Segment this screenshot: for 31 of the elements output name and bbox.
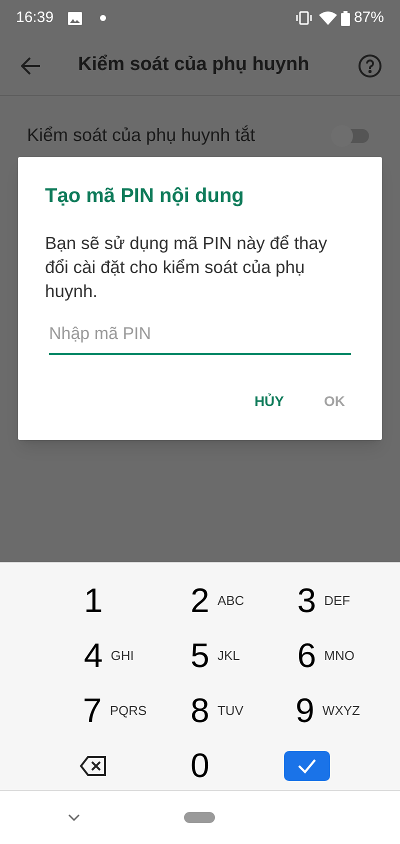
keypad-key[interactable]: 2 ABC: [146, 573, 254, 628]
home-handle[interactable]: [184, 812, 215, 823]
chevron-down-icon[interactable]: [68, 814, 80, 821]
keypad-key[interactable]: 9 WXYZ: [253, 683, 360, 738]
back-arrow-icon: [21, 56, 41, 74]
keypad-key[interactable]: 4 GHI: [40, 628, 147, 683]
status-time: 16:39: [16, 8, 54, 28]
keypad-key[interactable]: 6 MNO: [253, 628, 360, 683]
pin-input-field[interactable]: Nhập mã PIN: [49, 321, 351, 354]
keypad-key[interactable]: 0: [146, 738, 254, 793]
keypad-key[interactable]: 3 DEF: [253, 573, 360, 628]
dialog-title: Tạo mã PIN nội dung: [45, 184, 245, 209]
battery-icon: [340, 10, 350, 26]
dialog-button[interactable]: HỦY: [254, 390, 284, 412]
keypad-key[interactable]: 7 PQRS: [40, 683, 147, 738]
keypad-key[interactable]: 5 JKL: [146, 628, 254, 683]
vibrate-icon: [294, 11, 313, 25]
battery-percent: 87%: [354, 8, 384, 28]
backspace-icon: [79, 754, 108, 776]
help-button[interactable]: [358, 54, 382, 78]
done-key[interactable]: [284, 750, 330, 780]
check-icon: [296, 758, 317, 774]
dialog-message: Bạn sẽ sử dụng mã PIN này để thay đổi cài đặt cho kiểm soát của phụ huynh.: [45, 232, 328, 303]
dot-icon: [100, 15, 106, 21]
keypad-key[interactable]: 1: [40, 573, 147, 628]
wifi-icon: [318, 11, 337, 25]
help-icon: [358, 54, 382, 78]
image-icon: [68, 12, 82, 24]
setting-label: Kiểm soát của phụ huynh tắt: [27, 124, 256, 147]
app-bar-title: Kiểm soát của phụ huynh: [78, 53, 310, 78]
keypad-key[interactable]: 8 TUV: [146, 683, 254, 738]
